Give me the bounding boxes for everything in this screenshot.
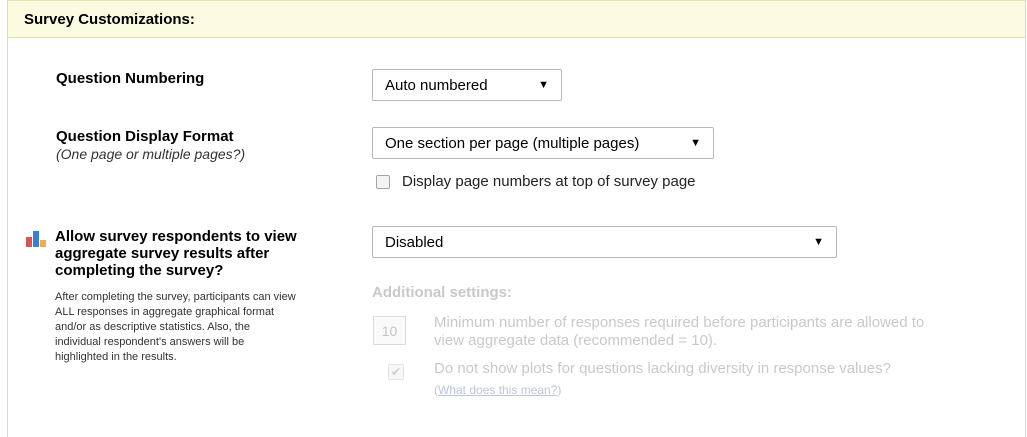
checkmark-icon: ✔ bbox=[390, 365, 402, 379]
aggregate-label-line: aggregate survey results after bbox=[55, 245, 270, 262]
page-numbers-checkbox[interactable] bbox=[376, 175, 390, 189]
description-line: highlighted in the results. bbox=[55, 351, 177, 363]
question-numbering-label: Question Numbering bbox=[56, 70, 205, 87]
paren-close: ) bbox=[557, 383, 562, 397]
chevron-down-icon: ▼ bbox=[813, 236, 824, 248]
display-format-select[interactable]: One section per page (multiple pages) ▼ bbox=[372, 127, 714, 159]
display-format-sublabel: (One page or multiple pages?) bbox=[56, 146, 246, 162]
display-format-value: One section per page (multiple pages) bbox=[385, 134, 640, 152]
description-line: ALL responses in aggregate graphical for… bbox=[55, 306, 275, 318]
aggregate-results-description: After completing the survey, participant… bbox=[55, 290, 345, 365]
section-header: Survey Customizations: bbox=[8, 0, 1025, 38]
aggregate-results-label: Allow survey respondents to view aggrega… bbox=[55, 228, 297, 279]
question-numbering-value: Auto numbered bbox=[385, 76, 488, 94]
description-line: After completing the survey, participant… bbox=[55, 291, 296, 303]
question-numbering-select[interactable]: Auto numbered ▼ bbox=[372, 69, 562, 101]
display-format-label: Question Display Format bbox=[56, 128, 234, 145]
page-numbers-checkbox-label: Display page numbers at top of survey pa… bbox=[402, 173, 696, 190]
description-line: individual respondent's answers will be bbox=[55, 336, 245, 348]
min-responses-description: Minimum number of responses required bef… bbox=[434, 314, 924, 350]
section-title: Survey Customizations: bbox=[24, 11, 195, 28]
min-responses-input[interactable]: 10 bbox=[373, 316, 406, 345]
aggregate-label-line: completing the survey? bbox=[55, 262, 224, 279]
aggregate-results-select[interactable]: Disabled ▼ bbox=[372, 226, 837, 258]
aggregate-results-value: Disabled bbox=[385, 233, 444, 251]
chevron-down-icon: ▼ bbox=[690, 137, 701, 149]
diversity-checkbox-label: Do not show plots for questions lacking … bbox=[434, 360, 891, 377]
diversity-help: (What does this mean?) bbox=[434, 383, 561, 397]
description-line: and/or as descriptive statistics. Also, … bbox=[55, 321, 251, 333]
additional-settings-heading: Additional settings: bbox=[372, 284, 512, 301]
min-responses-line: Minimum number of responses required bef… bbox=[434, 314, 925, 331]
what-does-this-mean-link[interactable]: What does this mean? bbox=[438, 383, 557, 397]
min-responses-line: view aggregate data (recommended = 10). bbox=[434, 332, 718, 349]
diversity-checkbox[interactable]: ✔ bbox=[388, 364, 404, 380]
aggregate-label-line: Allow survey respondents to view bbox=[55, 228, 297, 245]
bar-chart-icon bbox=[26, 231, 46, 247]
survey-customizations-panel: Survey Customizations: Question Numberin… bbox=[7, 0, 1026, 437]
chevron-down-icon: ▼ bbox=[538, 79, 549, 91]
